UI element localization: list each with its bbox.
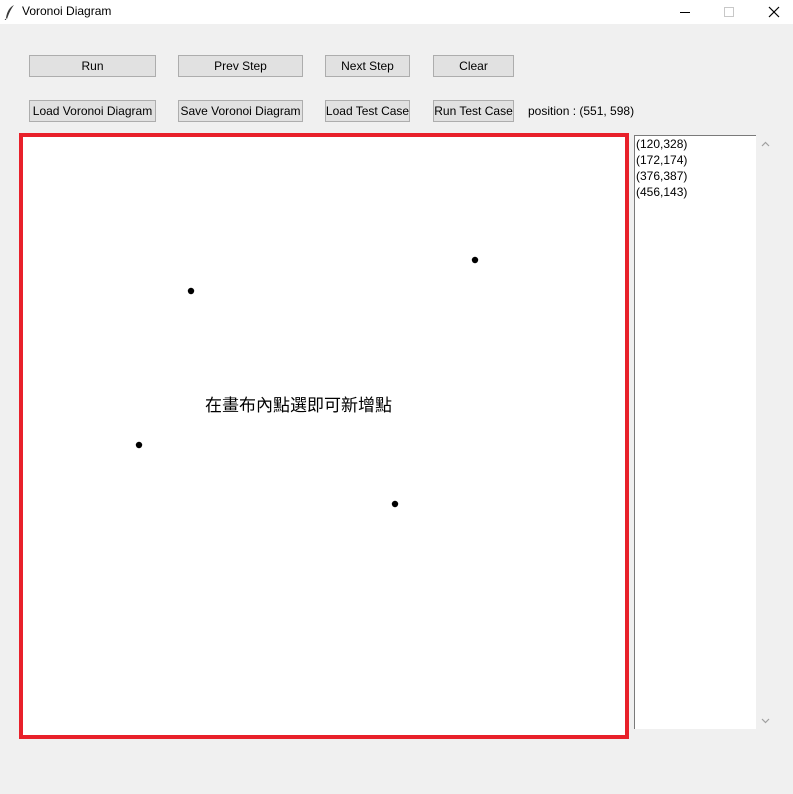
chevron-down-icon <box>761 718 770 723</box>
canvas-point <box>187 287 195 295</box>
canvas-hint-text: 在畫布內點選即可新增點 <box>205 396 392 416</box>
scroll-down-button[interactable] <box>756 712 775 729</box>
title-bar: Voronoi Diagram <box>0 0 793 24</box>
drawing-canvas[interactable]: 在畫布內點選即可新增點 <box>19 133 629 739</box>
canvas-point <box>391 500 399 508</box>
points-listbox[interactable]: (120,328) (172,174) (376,387) (456,143) <box>634 135 756 729</box>
canvas-point <box>471 256 479 264</box>
window-title: Voronoi Diagram <box>22 4 112 18</box>
load-voronoi-diagram-button[interactable]: Load Voronoi Diagram <box>29 100 156 122</box>
maximize-button[interactable] <box>706 0 752 24</box>
scroll-up-button[interactable] <box>756 135 775 152</box>
list-item[interactable]: (172,174) <box>635 152 756 168</box>
close-button[interactable] <box>751 0 793 24</box>
position-readout: position : (551, 598) <box>528 104 635 118</box>
chevron-up-icon <box>761 141 770 146</box>
feather-icon <box>4 5 14 20</box>
next-step-button[interactable]: Next Step <box>325 55 410 77</box>
prev-step-button[interactable]: Prev Step <box>178 55 303 77</box>
list-item[interactable]: (456,143) <box>635 184 756 200</box>
load-test-case-button[interactable]: Load Test Case <box>325 100 410 122</box>
run-test-case-button[interactable]: Run Test Case <box>433 100 514 122</box>
run-button[interactable]: Run <box>29 55 156 77</box>
minimize-button[interactable] <box>662 0 708 24</box>
close-icon <box>768 6 780 18</box>
list-item[interactable]: (120,328) <box>635 136 756 152</box>
list-item[interactable]: (376,387) <box>635 168 756 184</box>
clear-button[interactable]: Clear <box>433 55 514 77</box>
canvas-point <box>135 441 143 449</box>
minimize-icon <box>680 12 690 13</box>
listbox-scrollbar[interactable] <box>756 135 775 729</box>
maximize-icon <box>724 7 734 17</box>
save-voronoi-diagram-button[interactable]: Save Voronoi Diagram <box>178 100 303 122</box>
canvas-points-layer <box>135 256 479 508</box>
